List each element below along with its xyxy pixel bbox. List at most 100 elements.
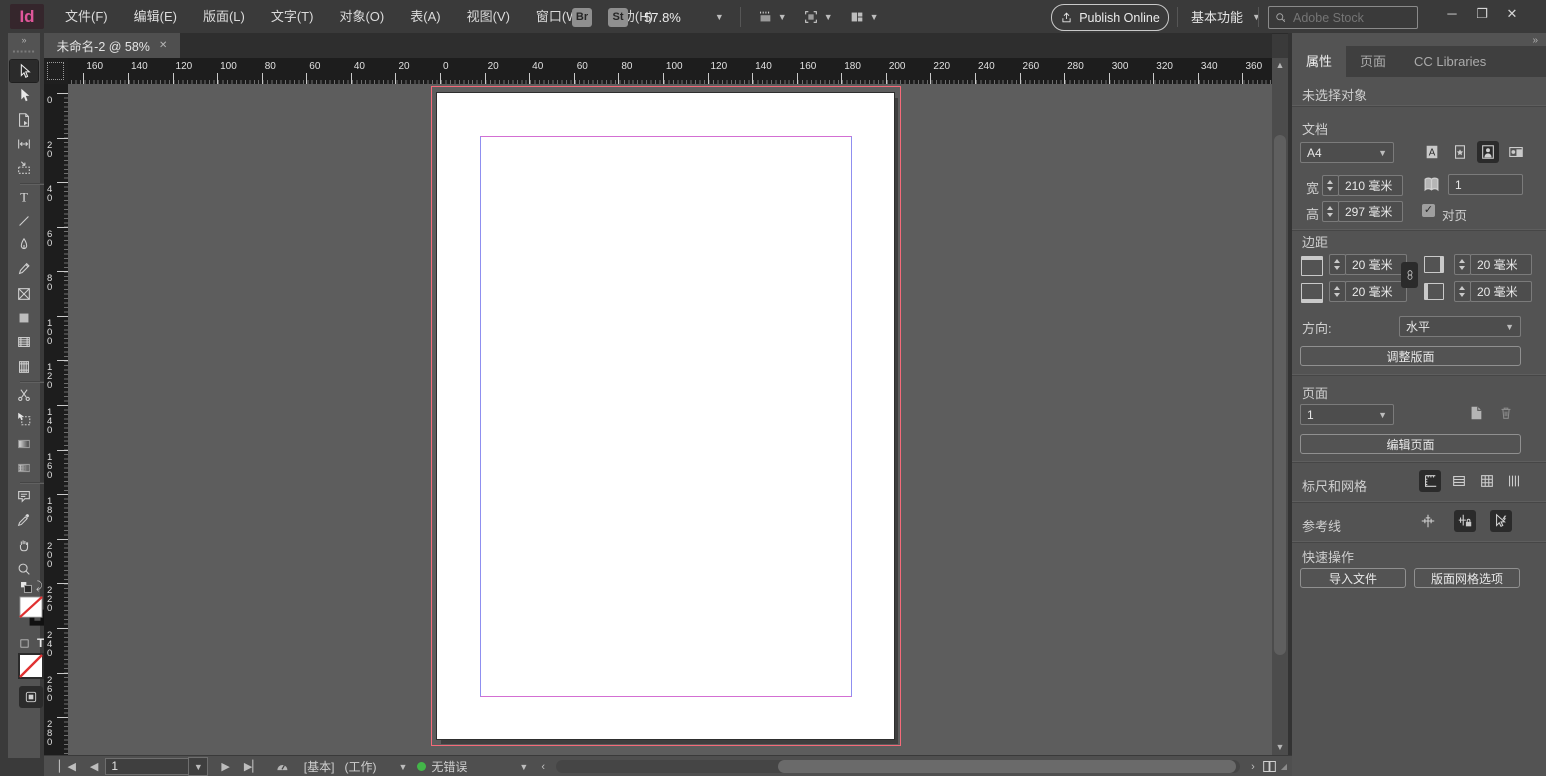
pencil-tool[interactable] — [10, 258, 38, 280]
bridge-button[interactable]: Br — [572, 8, 592, 27]
menu-item-6[interactable]: 视图(V) — [454, 0, 523, 33]
vertical-grid-tool[interactable] — [10, 356, 38, 378]
doc-bleed-icon[interactable] — [1449, 141, 1471, 163]
tab-close-icon[interactable]: ✕ — [159, 40, 167, 51]
scroll-up-icon[interactable]: ▲ — [1272, 60, 1288, 70]
eyedropper-tool[interactable] — [10, 509, 38, 531]
document-page[interactable] — [437, 93, 894, 739]
fill-swatch[interactable] — [18, 596, 44, 620]
margin-top-field[interactable]: 20 毫米 — [1345, 254, 1407, 275]
frame-tool[interactable] — [10, 283, 38, 305]
preflight-scope[interactable]: (工作) — [344, 758, 376, 775]
menu-item-2[interactable]: 版面(L) — [190, 0, 258, 33]
menu-item-3[interactable]: 文字(T) — [258, 0, 327, 33]
scroll-left-icon[interactable]: ‹ — [534, 761, 552, 773]
window-minimize-button[interactable]: ─ — [1437, 2, 1467, 26]
direct-selection-tool[interactable] — [10, 84, 38, 106]
document-grid-icon[interactable] — [1476, 470, 1498, 492]
page-size-select[interactable]: A4▼ — [1300, 142, 1394, 163]
stock-search-box[interactable] — [1268, 6, 1418, 29]
delete-page-icon[interactable] — [1498, 405, 1514, 421]
workspace-switcher[interactable]: 基本功能 ▼ — [1191, 0, 1261, 33]
window-maximize-button[interactable]: ❐ — [1467, 2, 1497, 26]
smart-guides-icon[interactable] — [1490, 510, 1512, 532]
vertical-scrollbar-thumb[interactable] — [1274, 135, 1286, 655]
arrange-documents-button[interactable]: ▼ — [849, 9, 879, 25]
margin-right-field[interactable]: 20 毫米 — [1470, 254, 1532, 275]
view-options-button[interactable]: ▼ — [757, 9, 787, 25]
free-transform-tool[interactable] — [10, 408, 38, 430]
baseline-grid-icon[interactable] — [1448, 470, 1470, 492]
menu-item-4[interactable]: 对象(O) — [326, 0, 397, 33]
default-fill-stroke-icon[interactable] — [19, 580, 33, 594]
pen-tool[interactable] — [10, 234, 38, 256]
apply-none-swatch[interactable] — [18, 653, 44, 679]
screen-mode-button[interactable]: ▼ — [803, 9, 833, 25]
next-page-button[interactable]: ▶ — [214, 760, 236, 773]
stock-search-input[interactable] — [1291, 10, 1395, 26]
margin-right-stepper[interactable] — [1454, 254, 1471, 275]
last-page-button[interactable]: ▶▏ — [237, 760, 268, 773]
zoom-level-control[interactable]: 57.8% ▼ — [644, 10, 724, 25]
content-collector-tool[interactable] — [10, 157, 38, 179]
width-stepper[interactable] — [1322, 175, 1339, 196]
menu-item-1[interactable]: 编辑(E) — [121, 0, 190, 33]
gradient-swatch-tool[interactable] — [10, 433, 38, 455]
view-mode-button[interactable] — [19, 686, 43, 708]
direction-select[interactable]: 水平▼ — [1399, 316, 1521, 337]
tab-properties[interactable]: 属性 — [1292, 46, 1346, 77]
hand-tool[interactable] — [10, 534, 38, 556]
page-number-dropdown[interactable]: ▼ — [188, 757, 208, 776]
zoom-tool[interactable] — [10, 558, 38, 580]
horizontal-ruler[interactable]: 1801601401201008060402002040608010012014… — [68, 58, 1272, 85]
margin-bottom-stepper[interactable] — [1329, 281, 1346, 302]
height-stepper[interactable] — [1322, 201, 1339, 222]
chevron-down-icon[interactable]: ▼ — [398, 762, 407, 772]
window-close-button[interactable]: ✕ — [1497, 2, 1527, 26]
orientation-landscape-icon[interactable] — [1505, 141, 1527, 163]
facing-pages-checkbox[interactable]: ✓ — [1422, 204, 1435, 217]
spread-view-icon[interactable] — [1262, 759, 1277, 774]
page-count-field[interactable]: 1 — [1448, 174, 1523, 195]
orientation-portrait-icon[interactable] — [1477, 141, 1499, 163]
line-tool[interactable] — [10, 210, 38, 232]
margin-bottom-field[interactable]: 20 毫米 — [1345, 281, 1407, 302]
frame-grid-icon[interactable] — [1503, 470, 1525, 492]
document-tab[interactable]: 未命名-2 @ 58% ✕ — [44, 33, 180, 58]
edit-pages-button[interactable]: 编辑页面 — [1300, 434, 1521, 454]
resize-grip[interactable]: ◢ — [1281, 762, 1288, 771]
chevron-down-icon[interactable]: ▼ — [519, 762, 528, 772]
gap-tool[interactable] — [10, 133, 38, 155]
first-page-button[interactable]: ▏◀ — [52, 760, 83, 773]
scroll-right-icon[interactable]: › — [1244, 761, 1262, 773]
pasteboard[interactable] — [68, 84, 1272, 755]
menu-item-0[interactable]: 文件(F) — [52, 0, 121, 33]
new-page-icon[interactable] — [1468, 405, 1484, 421]
margin-top-stepper[interactable] — [1329, 254, 1346, 275]
width-field[interactable]: 210 毫米 — [1338, 175, 1403, 196]
note-tool[interactable] — [10, 485, 38, 507]
publish-online-button[interactable]: Publish Online — [1051, 4, 1169, 31]
current-page-select[interactable]: 1▼ — [1300, 404, 1394, 425]
panel-collapse-icon[interactable]: » — [1532, 35, 1538, 46]
gradient-feather-tool[interactable] — [10, 457, 38, 479]
adjust-layout-button[interactable]: 调整版面 — [1300, 346, 1521, 366]
preflight-gauge-icon[interactable] — [268, 760, 296, 774]
layout-grid-options-button[interactable]: 版面网格选项 — [1414, 568, 1520, 588]
formatting-container-icon[interactable] — [19, 638, 30, 649]
tab-cc-libraries[interactable]: CC Libraries — [1400, 46, 1500, 77]
import-file-button[interactable]: 导入文件 — [1300, 568, 1406, 588]
swap-fill-stroke-icon[interactable]: ⤸ — [36, 580, 43, 593]
show-rulers-icon[interactable] — [1419, 470, 1441, 492]
horizontal-grid-tool[interactable] — [10, 331, 38, 353]
selection-tool[interactable] — [10, 60, 38, 82]
type-tool[interactable]: T — [10, 186, 38, 208]
preflight-profile[interactable]: [基本] — [304, 758, 335, 775]
menu-item-5[interactable]: 表(A) — [397, 0, 453, 33]
show-guides-icon[interactable] — [1417, 510, 1439, 532]
panel-grip[interactable]: ▪▪▪▪▪▪ — [8, 47, 40, 56]
page-number-field[interactable]: 1 — [105, 758, 188, 775]
lock-guides-icon[interactable] — [1454, 510, 1476, 532]
page-tool[interactable] — [10, 109, 38, 131]
tab-pages[interactable]: 页面 — [1346, 46, 1400, 77]
